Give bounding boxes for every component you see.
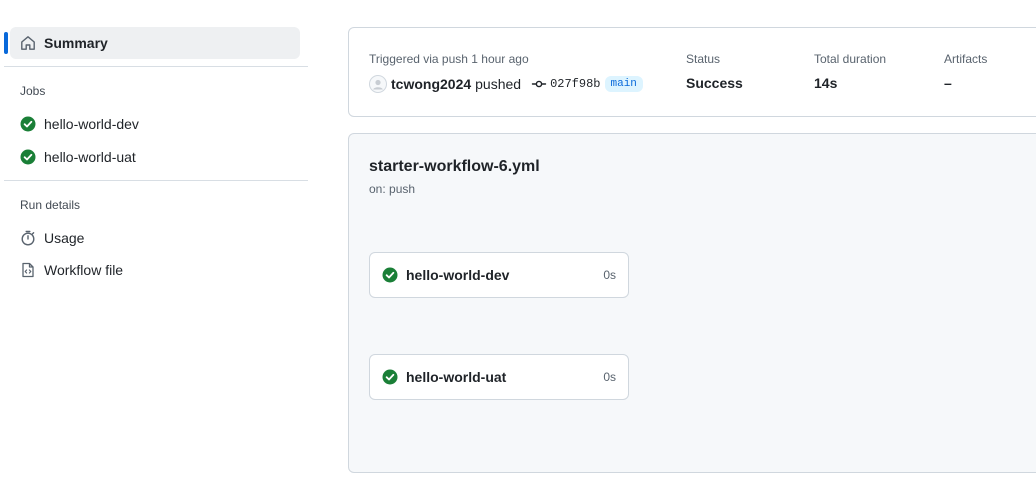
sidebar-item-job-uat[interactable]: hello-world-uat [10, 142, 300, 172]
sidebar-item-label: hello-world-dev [44, 116, 139, 132]
job-duration: 0s [603, 370, 616, 384]
artifacts-column: Artifacts – [944, 52, 987, 91]
duration-column: Total duration 14s [814, 52, 886, 91]
job-name: hello-world-dev [406, 267, 510, 283]
job-node-uat[interactable]: hello-world-uat 0s [369, 354, 629, 400]
divider [4, 180, 308, 181]
trigger-row: tcwong2024 pushed 027f98b main [369, 74, 643, 94]
git-commit-icon [531, 76, 547, 92]
trigger-info: Triggered via push 1 hour ago [369, 52, 529, 66]
action-text: pushed [475, 76, 522, 92]
jobs-heading: Jobs [20, 84, 46, 98]
status-value: Success [686, 75, 743, 91]
actor-link[interactable]: tcwong2024 [391, 76, 471, 92]
job-duration: 0s [603, 268, 616, 282]
workflow-name[interactable]: starter-workflow-6.yml [369, 158, 540, 176]
run-summary-card: Triggered via push 1 hour ago tcwong2024… [348, 27, 1036, 117]
sidebar-item-usage[interactable]: Usage [10, 223, 300, 253]
sidebar-item-label: hello-world-uat [44, 149, 136, 165]
check-circle-icon [382, 267, 398, 283]
sidebar-item-summary[interactable]: Summary [4, 27, 300, 59]
check-circle-icon [382, 369, 398, 385]
artifacts-label: Artifacts [944, 52, 988, 66]
duration-label: Total duration [814, 52, 887, 66]
workflow-trigger: on: push [369, 182, 416, 196]
check-circle-icon [20, 149, 36, 165]
commit-sha: 027f98b [550, 77, 601, 91]
avatar[interactable] [369, 75, 387, 93]
stopwatch-icon [20, 230, 36, 246]
sidebar-item-label: Workflow file [44, 262, 124, 278]
home-icon [20, 35, 36, 51]
duration-value: 14s [814, 75, 838, 91]
sidebar-item-workflow-file[interactable]: Workflow file [10, 255, 300, 285]
workflow-graph-card: starter-workflow-6.yml on: push hello-wo… [348, 133, 1036, 473]
sidebar: Summary Jobs hello-world-dev hello-world… [0, 0, 310, 486]
divider [4, 66, 308, 67]
sidebar-item-label: Summary [44, 35, 108, 51]
status-label: Status [686, 52, 721, 66]
status-column: Status Success [686, 52, 743, 91]
file-code-icon [20, 262, 36, 278]
sidebar-item-label: Usage [44, 230, 85, 246]
job-node-dev[interactable]: hello-world-dev 0s [369, 252, 629, 298]
sidebar-item-job-dev[interactable]: hello-world-dev [10, 109, 300, 139]
artifacts-value: – [944, 75, 952, 91]
branch-badge[interactable]: main [604, 76, 643, 92]
job-name: hello-world-uat [406, 369, 507, 385]
commit-link[interactable]: 027f98b [531, 76, 601, 92]
active-indicator [4, 32, 8, 54]
run-details-heading: Run details [20, 198, 81, 212]
check-circle-icon [20, 116, 36, 132]
